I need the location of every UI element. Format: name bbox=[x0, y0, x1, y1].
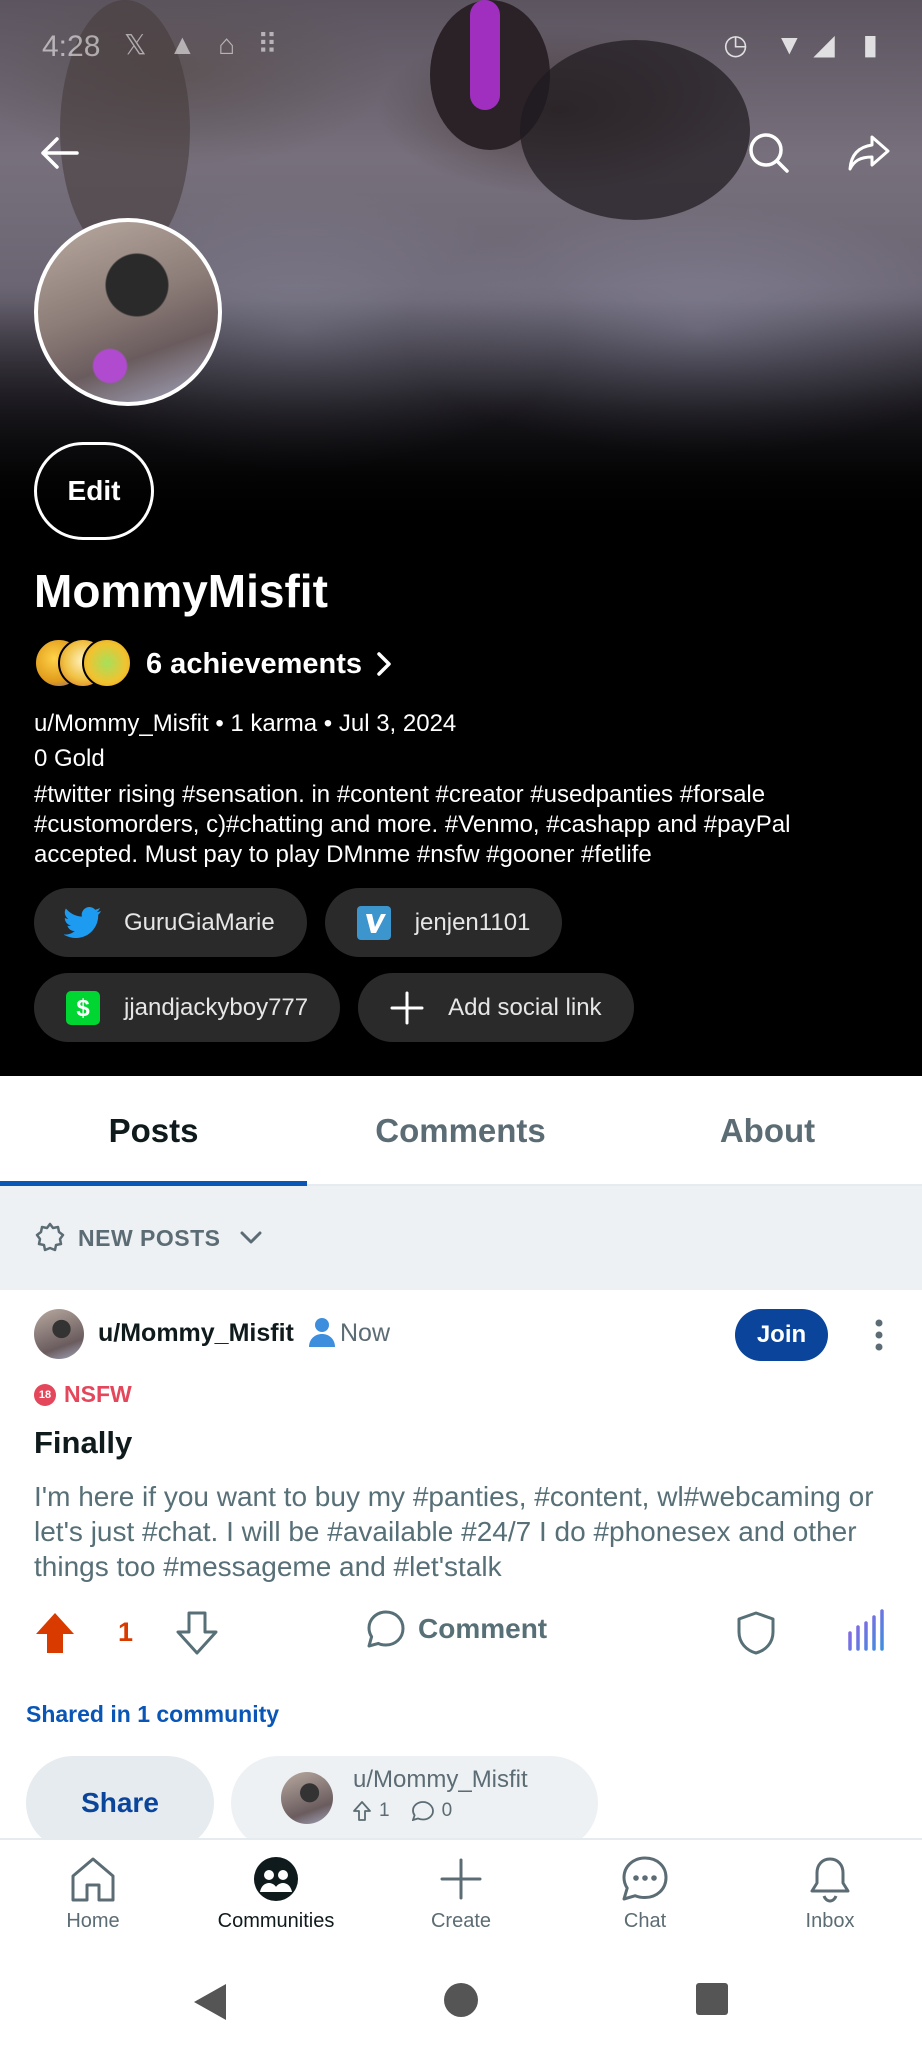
status-bar: 4:28 𝕏▲⌂⠿ ◷ ▼◢ ▮ bbox=[0, 0, 922, 92]
share-button[interactable]: Share bbox=[26, 1756, 214, 1850]
bell-icon bbox=[810, 1857, 850, 1903]
comment-label: Comment bbox=[418, 1613, 548, 1644]
insights-chart-icon[interactable] bbox=[846, 1609, 886, 1651]
nav-create[interactable]: Create bbox=[369, 1854, 553, 1933]
post-action-bar: 1 Comment bbox=[0, 1599, 922, 1669]
sparkle-badge-icon bbox=[35, 1222, 65, 1252]
post-time: Now bbox=[340, 1319, 391, 1347]
nav-communities[interactable]: Communities bbox=[184, 1854, 368, 1933]
social-link-twitter[interactable]: GuruGiaMarie bbox=[34, 888, 307, 957]
profile-gold: 0 Gold bbox=[34, 745, 105, 772]
chat-icon bbox=[622, 1856, 668, 1901]
upvote-outline-icon bbox=[353, 1801, 371, 1821]
twitter-icon bbox=[64, 904, 102, 942]
crosspost-card[interactable]: u/Mommy_Misfit 1 0 bbox=[231, 1756, 598, 1850]
plus-icon bbox=[388, 989, 426, 1027]
plus-icon bbox=[440, 1858, 482, 1900]
crosspost-stats: 1 0 bbox=[353, 1800, 452, 1822]
social-link-cashapp[interactable]: $ jjandjackyboy777 bbox=[34, 973, 341, 1042]
post-author-avatar[interactable] bbox=[34, 1309, 84, 1359]
system-home-icon[interactable] bbox=[443, 1982, 479, 2018]
venmo-icon bbox=[355, 904, 393, 942]
nav-home[interactable]: Home bbox=[1, 1854, 185, 1933]
upvote-icon[interactable] bbox=[34, 1611, 76, 1655]
nsfw-label: NSFW bbox=[64, 1381, 132, 1407]
tab-comments[interactable]: Comments bbox=[307, 1076, 614, 1186]
achievement-badges bbox=[34, 638, 134, 690]
system-back-icon[interactable] bbox=[192, 1982, 228, 2022]
shared-in-community-link[interactable]: Shared in 1 community bbox=[26, 1701, 279, 1728]
notification-icons: 𝕏▲⌂⠿ bbox=[124, 29, 300, 60]
social-link-label: Add social link bbox=[448, 993, 602, 1021]
back-button[interactable] bbox=[24, 118, 94, 188]
post-title[interactable]: Finally bbox=[34, 1425, 132, 1461]
edit-profile-button[interactable]: Edit bbox=[34, 442, 154, 540]
sort-dropdown[interactable]: NEW POSTS bbox=[0, 1186, 922, 1290]
shield-icon[interactable] bbox=[736, 1611, 776, 1655]
crosspost-avatar bbox=[281, 1772, 333, 1824]
post-body[interactable]: I'm here if you want to buy my #panties,… bbox=[34, 1479, 889, 1584]
downvote-icon[interactable] bbox=[176, 1611, 218, 1655]
home-icon bbox=[71, 1857, 115, 1902]
chevron-right-icon bbox=[377, 652, 391, 676]
bottom-navigation: Home Communities Create Chat Inbox bbox=[0, 1838, 922, 1954]
post-card[interactable]: u/Mommy_Misfit Now Join 18 NSFW Finally … bbox=[0, 1293, 922, 1850]
social-link-label: GuruGiaMarie bbox=[124, 908, 275, 936]
tab-about[interactable]: About bbox=[614, 1076, 921, 1186]
nav-chat[interactable]: Chat bbox=[553, 1854, 737, 1933]
social-link-venmo[interactable]: jenjen1101 bbox=[324, 888, 563, 957]
profile-meta: u/Mommy_Misfit • 1 karma • Jul 3, 2024 bbox=[34, 710, 457, 737]
system-navigation-bar bbox=[0, 1954, 922, 2048]
profile-bio: #twitter rising #sensation. in #content … bbox=[34, 781, 791, 868]
crosspost-upvotes: 1 bbox=[379, 1800, 390, 1821]
nsfw-18-icon: 18 bbox=[34, 1383, 56, 1406]
nav-label: Communities bbox=[217, 1910, 335, 1932]
crosspost-author: u/Mommy_Misfit bbox=[353, 1766, 528, 1793]
comment-bubble-icon bbox=[367, 1610, 405, 1648]
crosspost-comments: 0 bbox=[441, 1800, 453, 1821]
cashapp-icon: $ bbox=[64, 989, 102, 1027]
vote-count: 1 bbox=[118, 1617, 134, 1647]
nsfw-tag: 18 NSFW bbox=[34, 1381, 132, 1408]
post-author[interactable]: u/Mommy_Misfit bbox=[98, 1319, 294, 1348]
person-icon bbox=[309, 1318, 335, 1347]
nav-label: Chat bbox=[623, 1910, 667, 1932]
profile-header: 4:28 𝕏▲⌂⠿ ◷ ▼◢ ▮ Edit MommyMisfit 6 achi… bbox=[0, 0, 922, 1076]
achievements-label: 6 achievements bbox=[146, 647, 363, 680]
arrow-left-icon bbox=[41, 137, 79, 169]
comment-button[interactable]: Comment bbox=[366, 1609, 547, 1649]
profile-display-name: MommyMisfit bbox=[34, 565, 328, 617]
social-link-label: jjandjackyboy777 bbox=[124, 993, 309, 1021]
profile-avatar[interactable] bbox=[34, 218, 222, 406]
communities-icon bbox=[254, 1857, 298, 1901]
join-button[interactable]: Join bbox=[735, 1309, 828, 1361]
share-arrow-icon bbox=[848, 135, 890, 171]
more-vertical-icon bbox=[875, 1319, 883, 1351]
nav-inbox[interactable]: Inbox bbox=[738, 1854, 922, 1933]
sort-label: NEW POSTS bbox=[78, 1224, 221, 1251]
nav-label: Create bbox=[430, 1910, 492, 1932]
nav-label: Home bbox=[66, 1910, 120, 1932]
profile-tabs: Posts Comments About bbox=[0, 1076, 922, 1186]
search-button[interactable] bbox=[734, 118, 804, 188]
share-profile-button[interactable] bbox=[834, 118, 904, 188]
add-social-link-button[interactable]: Add social link bbox=[358, 973, 634, 1042]
comment-bubble-icon bbox=[411, 1801, 434, 1821]
system-status-icons: ◷ ▼◢ ▮ bbox=[723, 29, 888, 60]
nav-label: Inbox bbox=[805, 1910, 855, 1932]
system-recents-icon[interactable] bbox=[695, 1982, 729, 2016]
status-time: 4:28 bbox=[42, 30, 101, 63]
achievement-badge-icon bbox=[82, 638, 132, 688]
svg-text:$: $ bbox=[76, 995, 90, 1022]
post-overflow-menu[interactable] bbox=[862, 1313, 896, 1357]
achievements-button[interactable]: 6 achievements bbox=[34, 636, 392, 692]
tab-posts[interactable]: Posts bbox=[0, 1076, 307, 1186]
search-icon bbox=[749, 133, 789, 173]
chevron-down-icon bbox=[240, 1231, 262, 1244]
social-link-label: jenjen1101 bbox=[414, 908, 531, 936]
